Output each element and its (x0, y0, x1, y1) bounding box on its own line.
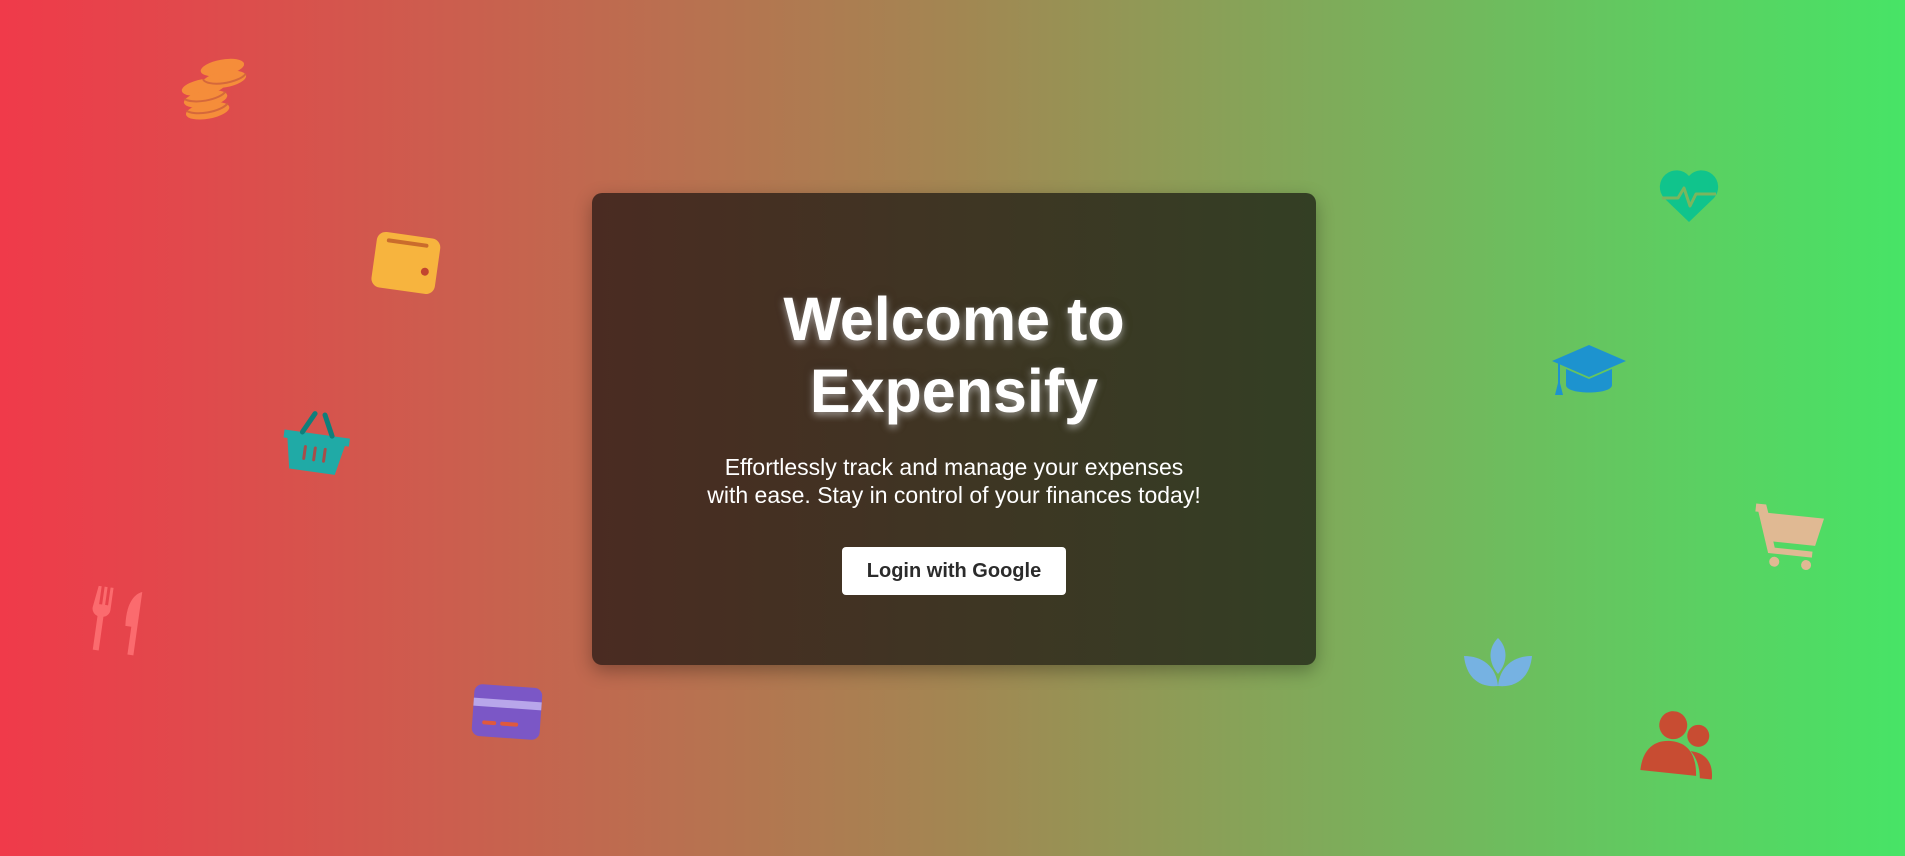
spa-icon (1464, 638, 1532, 687)
login-with-google-button[interactable]: Login with Google (841, 547, 1067, 595)
heart-pulse-icon (1659, 170, 1719, 222)
users-icon (1640, 711, 1712, 780)
welcome-card: Welcome to Expensify Effortlessly track … (592, 193, 1316, 665)
coins-icon (181, 58, 247, 120)
utensils-icon (92, 585, 143, 656)
shopping-cart-icon (1755, 503, 1825, 571)
wallet-icon (371, 231, 441, 295)
welcome-subtitle: Effortlessly track and manage your expen… (707, 454, 1201, 508)
credit-card-icon (471, 684, 543, 740)
welcome-title: Welcome to Expensify (783, 285, 1125, 425)
shopping-basket-icon (283, 411, 350, 475)
graduation-cap-icon (1552, 345, 1626, 395)
